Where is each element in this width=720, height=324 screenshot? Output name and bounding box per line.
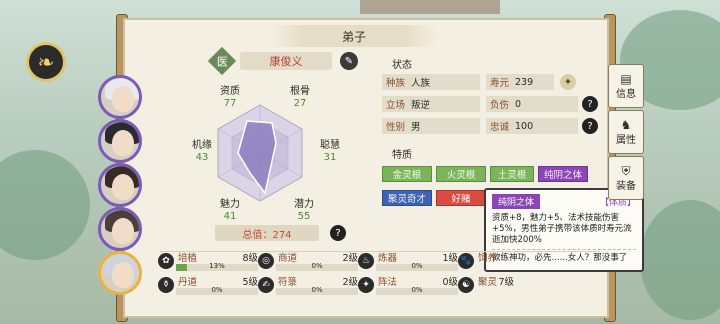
trait-2[interactable]: 火灵根 [436, 166, 486, 182]
tab-equipment[interactable]: ⛨ 装备 [608, 156, 644, 200]
loyalty-field: 忠诚 100 [486, 118, 578, 134]
tooltip-description: 资质+8，魅力+5、法术技能伤害+5%，男性弟子携带该体质时寿元流逝加快200% [492, 213, 632, 245]
stat-aptitude: 资质 77 [220, 86, 240, 109]
figure-icon: ♞ [620, 117, 632, 132]
portrait-5-selected[interactable] [98, 251, 142, 295]
cauldron-icon: ⚱ [158, 277, 174, 293]
stat-total: 总值：274 [215, 225, 319, 241]
skill-commerce[interactable]: ◎ 商道 2级 0% [258, 250, 358, 274]
skill-husbandry[interactable]: 🐾 饲养 [458, 250, 518, 274]
stat-potential: 潜力 55 [294, 199, 314, 222]
skill-talisman[interactable]: ✍ 符箓 2级 0% [258, 274, 358, 298]
armor-icon: ⛨ [621, 163, 631, 178]
tooltip-trait-name: 纯阴之体 [492, 194, 541, 209]
portrait-4[interactable] [98, 207, 142, 251]
profession-badge: 医 [207, 46, 237, 76]
talisman-icon: ✍ [258, 277, 274, 293]
injury-field: 负伤 0 [486, 96, 578, 112]
page-title: 弟子 [270, 25, 438, 47]
trait-1[interactable]: 金灵根 [382, 166, 432, 182]
trait-4[interactable]: 纯阴之体 [538, 166, 588, 182]
tab-attributes[interactable]: ♞ 属性 [608, 110, 644, 154]
skill-alchemy[interactable]: ⚱ 丹道 5级 0% [158, 274, 258, 298]
skills-grid: ✿ 培植 8级 13% ◎ 商道 2级 0% ♨ 炼器 1级 0% 🐾 饲养 ⚱ 丹道… [158, 244, 518, 320]
stance-field: 立场 叛逆 [382, 96, 480, 112]
portrait-1[interactable] [98, 75, 142, 119]
skill-formation[interactable]: ✦ 阵法 0级 0% [358, 274, 458, 298]
skill-cultivate[interactable]: ✿ 培植 8级 13% [158, 250, 258, 274]
book-icon: ❧ [37, 50, 55, 74]
traits-title: 特质 [392, 150, 412, 161]
coin-icon: ◎ [258, 253, 274, 269]
lifespan-boost-icon[interactable]: ✦ [560, 74, 576, 90]
injury-help-icon[interactable]: ? [582, 96, 598, 112]
disciple-portrait-list[interactable] [98, 75, 144, 295]
edit-name-icon[interactable]: ✎ [340, 52, 358, 70]
trait-5[interactable]: 聚灵奇才 [382, 190, 432, 206]
skill-forging[interactable]: ♨ 炼器 1级 0% [358, 250, 458, 274]
stat-charm: 魅力 41 [220, 199, 240, 222]
stats-help-icon[interactable]: ? [330, 225, 346, 241]
gender-field: 性别男 [382, 118, 480, 134]
tab-info[interactable]: ▤ 信息 [608, 64, 644, 108]
spirit-icon: ☯ [458, 277, 474, 293]
stat-fortune: 机缘 43 [192, 140, 212, 163]
back-button[interactable]: ❧ [26, 42, 66, 82]
disciple-name: 康俊义 [240, 52, 332, 70]
trait-3[interactable]: 土灵根 [490, 166, 534, 182]
loyalty-help-icon[interactable]: ? [582, 118, 598, 134]
skill-gather-spirit[interactable]: ☯ 聚灵 7级 [458, 274, 518, 298]
scroll-icon: ▤ [620, 71, 632, 86]
attribute-radar [217, 104, 303, 202]
stat-bone: 根骨 27 [290, 86, 310, 109]
name-row: 医 康俊义 ✎ [207, 46, 358, 76]
stat-wisdom: 聪慧 31 [320, 140, 340, 163]
lifespan-field: 寿元 239 [486, 74, 554, 90]
furnace-icon: ♨ [358, 253, 374, 269]
status-title: 状态 [392, 60, 412, 71]
beast-icon: 🐾 [458, 253, 474, 269]
formation-icon: ✦ [358, 277, 374, 293]
portrait-2[interactable] [98, 119, 142, 163]
trait-6[interactable]: 好赌 [436, 190, 486, 206]
race-field: 种族 人族 [382, 74, 480, 90]
plant-icon: ✿ [158, 253, 174, 269]
portrait-3[interactable] [98, 163, 142, 207]
